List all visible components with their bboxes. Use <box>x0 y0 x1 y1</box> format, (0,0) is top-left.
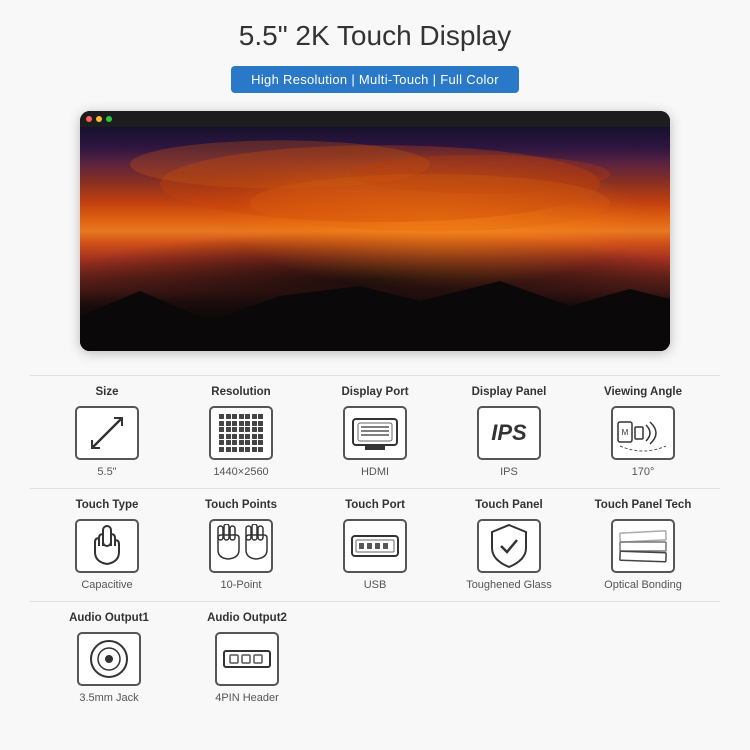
spec-resolution: Resolution 1440×2560 <box>174 386 308 478</box>
shield-icon <box>487 522 531 570</box>
spec-touch-type: Touch Type Capacitive <box>40 499 174 591</box>
specs-row-1: Size 5.5" Resolution <box>30 375 720 478</box>
pin-header-icon <box>220 643 274 675</box>
dot-yellow <box>96 116 102 122</box>
spec-touch-type-label: Touch Type <box>76 499 139 511</box>
spec-touch-panel-label: Touch Panel <box>475 499 543 511</box>
display-image <box>80 111 670 351</box>
spec-audio-1-value: 3.5mm Jack <box>79 692 138 704</box>
spec-touch-port: Touch Port USB <box>308 499 442 591</box>
spec-audio-2-value: 4PIN Header <box>215 692 279 704</box>
spec-touch-panel-tech-value: Optical Bonding <box>604 579 682 591</box>
spec-audio-2: Audio Output2 4PIN Header <box>178 612 316 704</box>
ips-icon: IPS <box>491 420 526 446</box>
hand-icon <box>88 524 126 568</box>
dot-red <box>86 116 92 122</box>
spec-multihand-icon-box <box>209 519 273 573</box>
spec-hdmi-icon-box <box>343 406 407 460</box>
spec-audio-2-label: Audio Output2 <box>207 612 287 624</box>
resolution-grid-icon <box>219 414 263 452</box>
spec-viewing-icon-box: M <box>611 406 675 460</box>
usb-icon <box>350 530 400 562</box>
spec-audio-1: Audio Output1 3.5mm Jack <box>40 612 178 704</box>
spec-display-panel-label: Display Panel <box>472 386 547 398</box>
spec-speaker-icon-box <box>77 632 141 686</box>
spec-hand-icon-box <box>75 519 139 573</box>
spec-resolution-value: 1440×2560 <box>213 466 268 478</box>
mountain-silhouette <box>80 271 670 351</box>
spec-touch-port-value: USB <box>364 579 387 591</box>
display-screen <box>80 111 670 351</box>
multihand-icon <box>214 524 268 568</box>
size-icon <box>86 412 128 454</box>
spec-touch-points-label: Touch Points <box>205 499 277 511</box>
spec-touch-points: Touch Points 10-Point <box>174 499 308 591</box>
spec-display-port-value: HDMI <box>361 466 389 478</box>
specs-row-2: Touch Type Capacitive Touch Points <box>30 488 720 591</box>
spec-usb-icon-box <box>343 519 407 573</box>
spec-size: Size 5.5" <box>40 386 174 478</box>
spec-optical-icon-box <box>611 519 675 573</box>
speaker-jack-icon <box>87 637 131 681</box>
spec-touch-type-value: Capacitive <box>81 579 132 591</box>
dot-green <box>106 116 112 122</box>
specs-row-3: Audio Output1 3.5mm Jack Audio Output2 <box>30 601 720 704</box>
spec-touch-points-value: 10-Point <box>221 579 262 591</box>
spec-resolution-label: Resolution <box>211 386 270 398</box>
spec-touch-panel-tech-label: Touch Panel Tech <box>595 499 692 511</box>
spec-size-label: Size <box>95 386 118 398</box>
feature-badge: High Resolution | Multi-Touch | Full Col… <box>231 66 519 93</box>
optical-bonding-icon <box>616 528 670 564</box>
spec-touch-port-label: Touch Port <box>345 499 405 511</box>
spec-pin-icon-box <box>215 632 279 686</box>
svg-text:M: M <box>622 428 629 437</box>
hdmi-icon <box>350 414 400 452</box>
spec-size-icon-box <box>75 406 139 460</box>
spec-ips-icon-box: IPS <box>477 406 541 460</box>
spec-size-value: 5.5" <box>97 466 116 478</box>
spec-shield-icon-box <box>477 519 541 573</box>
spec-display-panel: Display Panel IPS IPS <box>442 386 576 478</box>
spec-audio-1-label: Audio Output1 <box>69 612 149 624</box>
spec-resolution-icon-box <box>209 406 273 460</box>
spec-display-port: Display Port HDMI <box>308 386 442 478</box>
viewing-angle-icon: M <box>616 414 670 452</box>
display-menubar <box>80 111 670 127</box>
cloud-layer <box>80 126 670 270</box>
spec-touch-panel-tech: Touch Panel Tech Optical Bonding <box>576 499 710 591</box>
spec-viewing-angle-value: 170° <box>632 466 655 478</box>
spec-touch-panel-value: Toughened Glass <box>466 579 552 591</box>
spec-viewing-angle: Viewing Angle M 170° <box>576 386 710 478</box>
page-title: 5.5" 2K Touch Display <box>239 20 511 52</box>
spec-touch-panel: Touch Panel Toughened Glass <box>442 499 576 591</box>
specs-section: Size 5.5" Resolution <box>30 375 720 714</box>
spec-display-port-label: Display Port <box>341 386 408 398</box>
spec-viewing-angle-label: Viewing Angle <box>604 386 682 398</box>
spec-display-panel-value: IPS <box>500 466 518 478</box>
